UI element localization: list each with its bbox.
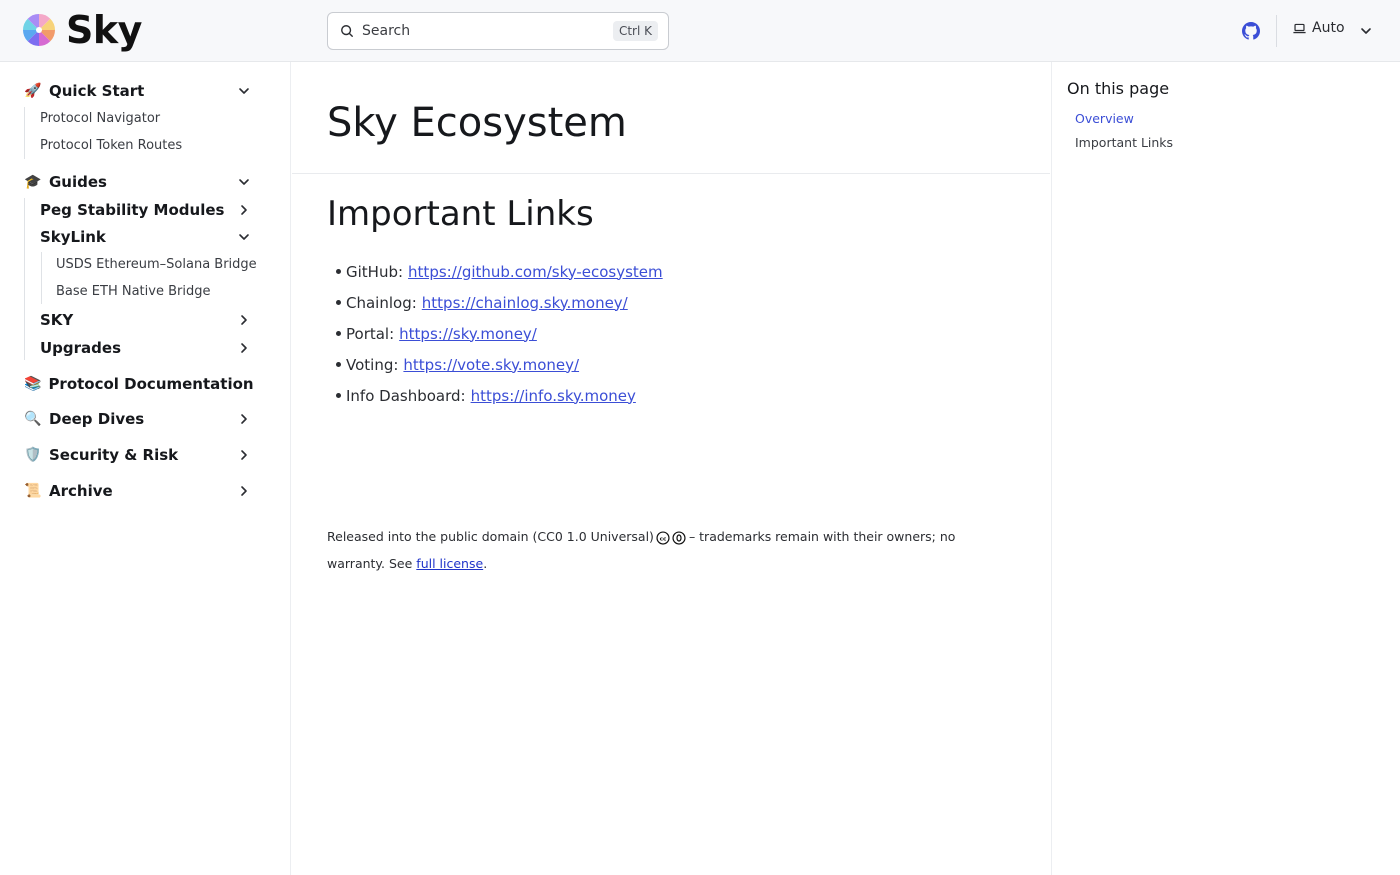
header-divider [1276,15,1277,47]
important-links-list: GitHub: https://github.com/sky-ecosystem … [336,256,663,411]
brand-logo-link[interactable]: Sky [22,10,142,50]
shield-icon: 🛡️ [24,447,42,463]
sidebar-item-base-eth-bridge[interactable]: Base ETH Native Bridge [56,284,210,299]
sidebar-item-usds-solana-bridge[interactable]: USDS Ethereum–Solana Bridge [56,257,257,272]
chevron-right-icon[interactable] [238,314,250,326]
link-label: Voting: [346,355,399,374]
chevron-down-icon[interactable] [238,176,250,188]
sidebar-section-archive[interactable]: 📜 Archive [24,479,250,503]
search-icon [341,25,353,37]
portal-link[interactable]: https://sky.money/ [399,325,537,343]
sub-title: Peg Stability Modules [40,201,225,219]
sky-logo-icon [23,14,55,46]
list-item: Chainlog: https://chainlog.sky.money/ [336,287,663,318]
laptop-icon [1293,23,1306,33]
sidebar-item-sky[interactable]: SKY [40,309,250,331]
footer-text: . [483,556,488,571]
sub-title: Upgrades [40,339,122,357]
github-icon[interactable] [1242,22,1260,40]
left-sidebar: 🚀 Quick Start Protocol Navigator Protoco… [0,62,291,875]
section-title: Archive [49,482,113,500]
footer-text: Released into the public domain (CC0 1.0… [327,529,654,544]
voting-link[interactable]: https://vote.sky.money/ [403,356,579,374]
chevron-down-icon[interactable] [238,85,250,97]
chevron-right-icon[interactable] [238,449,250,461]
tree-line [24,107,25,159]
sidebar-section-quick-start[interactable]: 🚀 Quick Start [24,79,250,103]
bullet [336,362,341,367]
cc-badges: cc [656,530,686,545]
theme-switcher[interactable]: Auto [1293,20,1345,36]
search-input[interactable]: Search Ctrl K [327,12,669,50]
chevron-down-icon[interactable] [238,231,250,243]
search-shortcut-badge: Ctrl K [612,21,658,41]
info-dashboard-link[interactable]: https://info.sky.money [471,387,636,405]
link-label: GitHub: [346,262,404,281]
books-icon: 📚 [24,376,42,392]
sidebar-section-protocol-documentation[interactable]: 📚 Protocol Documentation [24,372,254,396]
sidebar-item-upgrades[interactable]: Upgrades [40,337,250,359]
sidebar-section-guides[interactable]: 🎓 Guides [24,170,250,194]
chevron-down-icon[interactable] [1360,25,1372,37]
link-label: Chainlog: [346,293,417,312]
search-placeholder: Search [362,23,411,39]
sidebar-item-peg-stability-modules[interactable]: Peg Stability Modules [40,199,250,221]
graduation-cap-icon: 🎓 [24,174,42,190]
top-header: Sky Search Ctrl K Auto [0,0,1400,62]
creative-commons-icon: cc [656,530,670,545]
cc-zero-icon [672,530,686,545]
link-label: Info Dashboard: [346,386,466,405]
chevron-right-icon[interactable] [238,485,250,497]
main-content: Sky Ecosystem Important Links GitHub: htt… [292,62,1050,875]
sidebar-item-skylink[interactable]: SkyLink [40,226,250,248]
scroll-icon: 📜 [24,483,42,499]
section-title: Security & Risk [49,446,179,464]
list-item: GitHub: https://github.com/sky-ecosystem [336,256,663,287]
bullet [336,393,341,398]
bullet [336,269,341,274]
toc-item-important-links[interactable]: Important Links [1075,135,1173,150]
theme-label: Auto [1312,20,1345,36]
full-license-link[interactable]: full license [416,556,483,571]
rocket-icon: 🚀 [24,83,42,99]
svg-text:cc: cc [660,536,667,542]
table-of-contents: On this page Overview Important Links [1051,62,1400,875]
tree-line [41,252,42,304]
license-footer: Released into the public domain (CC0 1.0… [327,523,1017,577]
chevron-right-icon[interactable] [238,413,250,425]
section-title: Protocol Documentation [48,375,254,393]
github-link[interactable]: https://github.com/sky-ecosystem [408,263,663,281]
list-item: Portal: https://sky.money/ [336,318,663,349]
link-label: Portal: [346,324,395,343]
bullet [336,331,341,336]
toc-item-overview[interactable]: Overview [1075,111,1134,126]
sidebar-section-deep-dives[interactable]: 🔍 Deep Dives [24,407,250,431]
sub-title: SkyLink [40,228,106,246]
sub-title: SKY [40,311,74,329]
title-divider [292,173,1050,174]
sidebar-item-protocol-token-routes[interactable]: Protocol Token Routes [40,138,182,153]
brand-name: Sky [66,8,142,52]
bullet [336,300,341,305]
section-title: Deep Dives [49,410,145,428]
section-title: Quick Start [49,82,145,100]
page-title: Sky Ecosystem [327,100,627,146]
toc-title: On this page [1067,79,1170,98]
section-heading-important-links: Important Links [327,194,594,234]
sidebar-section-security-risk[interactable]: 🛡️ Security & Risk [24,443,250,467]
chevron-right-icon[interactable] [238,342,250,354]
magnifier-icon: 🔍 [24,411,42,427]
list-item: Info Dashboard: https://info.sky.money [336,380,663,411]
chevron-right-icon[interactable] [238,204,250,216]
list-item: Voting: https://vote.sky.money/ [336,349,663,380]
sidebar-item-protocol-navigator[interactable]: Protocol Navigator [40,111,160,126]
tree-line [24,198,25,360]
section-title: Guides [49,173,107,191]
chainlog-link[interactable]: https://chainlog.sky.money/ [422,294,628,312]
